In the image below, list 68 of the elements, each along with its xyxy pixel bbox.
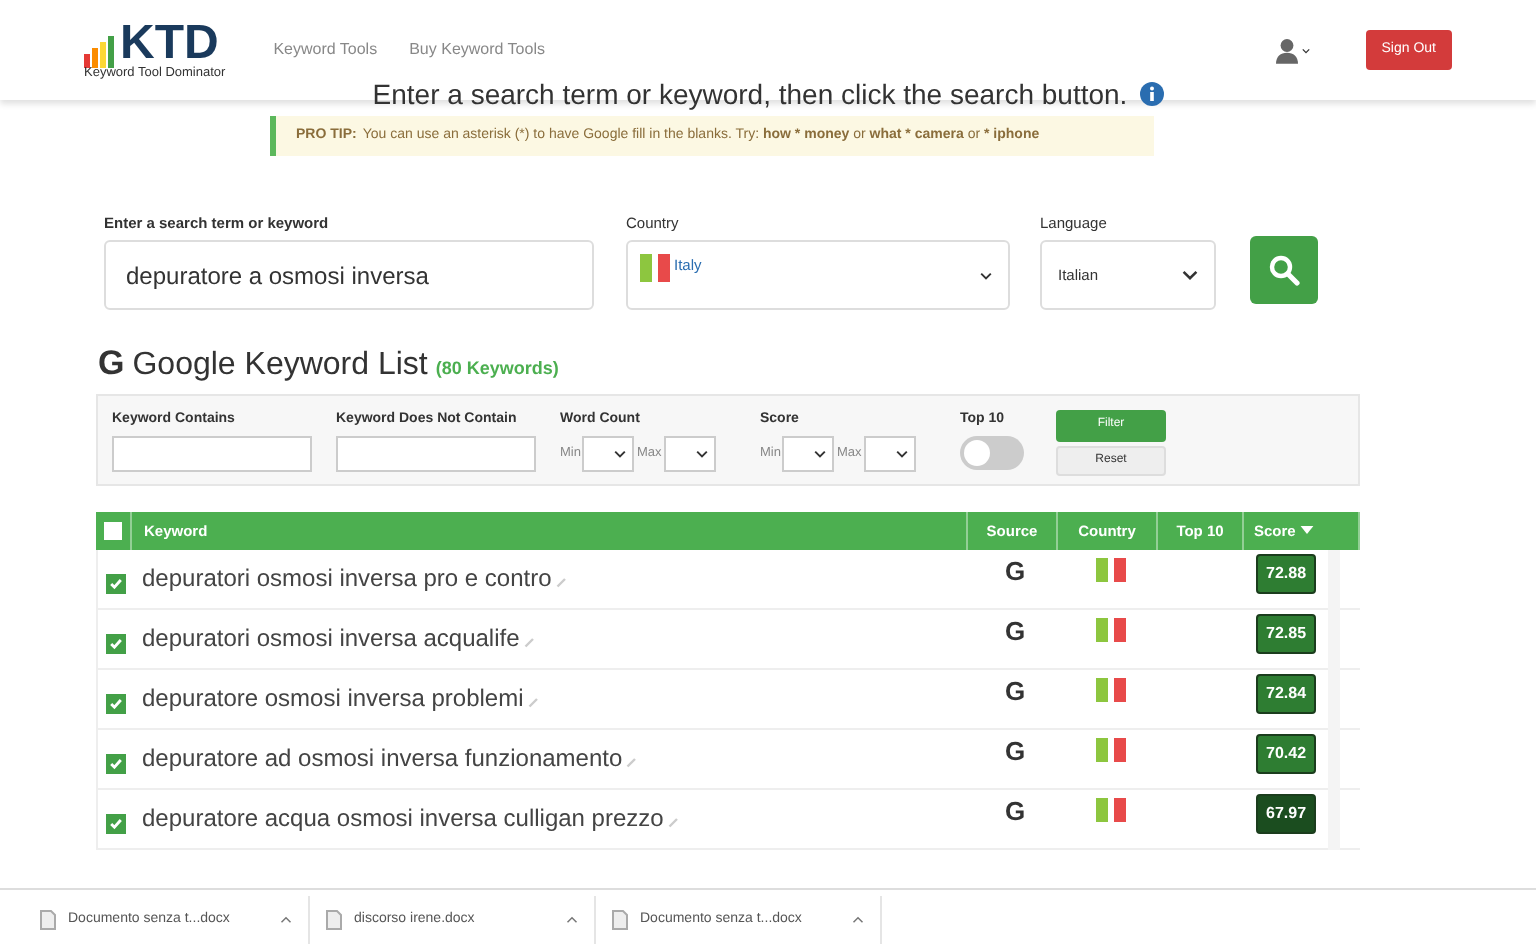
logo-text: KTD	[120, 19, 219, 68]
search-field[interactable]: depuratore a osmosi inversa	[104, 240, 594, 311]
caret-icon	[695, 450, 708, 459]
document-icon	[40, 910, 56, 930]
google-g-icon: G	[1004, 611, 1026, 650]
italy-flag-icon	[1095, 618, 1125, 643]
score-badge: 72.88	[1256, 554, 1317, 595]
text-field[interactable]	[336, 436, 536, 473]
document-icon	[326, 910, 342, 930]
google-g-icon: G	[1004, 551, 1026, 590]
google-g-icon: G	[1004, 731, 1026, 770]
italy-flag-icon	[1095, 558, 1125, 583]
caret-icon	[895, 450, 908, 459]
google-g-icon: G	[1004, 791, 1026, 830]
keyword-cell-text: depuratore ad osmosi inversa funzionamento	[142, 742, 623, 777]
italy-flag-icon	[1095, 678, 1125, 703]
user-menu-button[interactable]	[1275, 37, 1310, 63]
caret-up-icon[interactable]	[280, 916, 292, 924]
search-button[interactable]	[1250, 236, 1318, 304]
sort-icon	[1299, 526, 1314, 535]
toggle-switch[interactable]	[960, 436, 1024, 471]
italy-flag-icon	[640, 254, 670, 283]
caret-icon	[1182, 270, 1198, 281]
text-field[interactable]	[112, 436, 312, 473]
score-badge: 72.85	[1256, 614, 1317, 655]
pencil-icon[interactable]	[667, 815, 680, 828]
list-title: Google Keyword List	[132, 350, 428, 383]
pencil-icon[interactable]	[555, 575, 568, 588]
row-checkbox[interactable]	[106, 694, 126, 715]
bar-chart-icon	[84, 35, 116, 68]
keyword-cell-text: depuratore osmosi inversa problemi	[142, 682, 524, 717]
score-badge: 70.42	[1256, 734, 1317, 775]
google-g-icon: G	[1004, 671, 1026, 710]
info-icon[interactable]	[1139, 82, 1164, 106]
keyword-cell-text: depuratori osmosi inversa acqualife	[142, 622, 520, 657]
italy-flag-icon	[1095, 738, 1125, 763]
dropdown[interactable]	[663, 436, 716, 473]
document-icon	[612, 910, 628, 930]
score-badge: 67.97	[1256, 794, 1317, 835]
italy-flag-icon	[1095, 798, 1125, 823]
row-checkbox[interactable]	[106, 634, 126, 655]
nav-link[interactable]: Buy Keyword Tools	[409, 38, 545, 62]
page-heading: Enter a search term or keyword, then click the search button.	[372, 80, 1128, 108]
pencil-icon[interactable]	[523, 635, 536, 648]
google-g-icon: G	[98, 346, 125, 381]
scrollbar[interactable]	[1328, 549, 1340, 850]
keyword-cell-text: depuratori osmosi inversa pro e contro	[142, 562, 552, 597]
nav-link[interactable]: Keyword Tools	[273, 38, 378, 62]
dropdown[interactable]	[863, 436, 916, 473]
search-icon	[1268, 254, 1300, 286]
select-all-checkbox[interactable]	[104, 521, 122, 540]
row-checkbox[interactable]	[106, 814, 126, 835]
caret-icon	[614, 450, 627, 459]
dropdown[interactable]	[582, 436, 635, 473]
caret-up-icon[interactable]	[852, 916, 864, 924]
row-checkbox[interactable]	[106, 574, 126, 595]
caret-up-icon[interactable]	[566, 916, 578, 924]
score-badge: 72.84	[1256, 674, 1317, 715]
user-icon	[1275, 37, 1298, 63]
pencil-icon[interactable]	[527, 695, 540, 708]
caret-icon	[1301, 47, 1310, 53]
keyword-count: (80 Keywords)	[435, 356, 559, 383]
caret-icon	[980, 272, 992, 281]
caret-icon	[814, 450, 827, 459]
keyword-cell-text: depuratore acqua osmosi inversa culligan prezzo	[142, 802, 664, 837]
row-checkbox[interactable]	[106, 754, 126, 775]
dropdown[interactable]	[782, 436, 835, 473]
pencil-icon[interactable]	[626, 755, 639, 768]
